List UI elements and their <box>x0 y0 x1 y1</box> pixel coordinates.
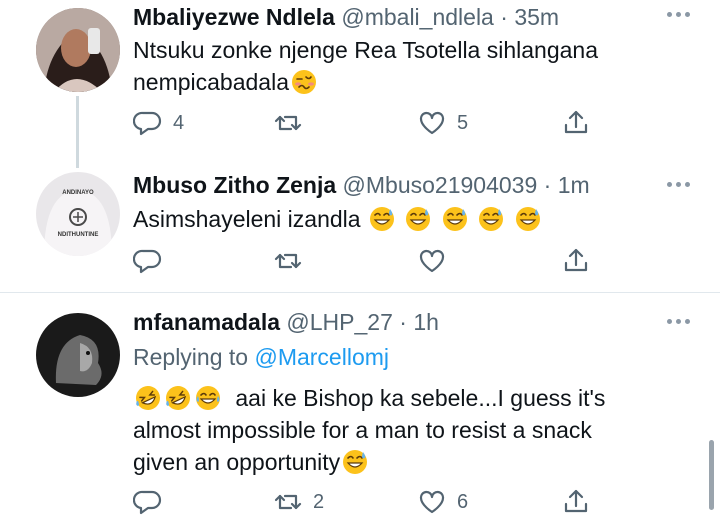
tweet-text: Asimshayeleni izandla <box>133 206 361 232</box>
tweet[interactable]: Mbaliyezwe Ndlela @mbali_ndlela · 35m Nt… <box>0 0 720 168</box>
reply-button[interactable]: 4 <box>133 108 184 138</box>
like-button[interactable]: 6 <box>417 487 468 517</box>
like-icon <box>419 490 445 514</box>
timestamp[interactable]: 35m <box>514 4 559 30</box>
rofl-emoji <box>165 385 191 411</box>
more-icon[interactable] <box>667 182 690 187</box>
user-handle[interactable]: @LHP_27 <box>286 309 392 335</box>
display-name[interactable]: Mbaliyezwe Ndlela <box>133 4 335 30</box>
replying-to-label: Replying to <box>133 344 249 370</box>
scrollbar[interactable] <box>709 440 714 510</box>
like-icon <box>419 111 445 135</box>
joy-emoji <box>195 385 221 411</box>
tweet-actions: 4 5 <box>133 108 603 138</box>
like-icon <box>419 249 445 273</box>
sweat-smile-emoji <box>514 206 541 232</box>
share-icon <box>564 489 588 513</box>
like-count: 6 <box>457 490 469 513</box>
reply-button[interactable] <box>133 487 173 517</box>
avatar-shirt-text: ANDINAYO <box>62 190 94 196</box>
tweet-text: aai ke Bishop ka sebele...I guess it's <box>235 385 606 411</box>
rofl-emoji <box>135 385 161 411</box>
user-handle[interactable]: @mbali_ndlela <box>341 4 494 30</box>
tweet-text-line: nempicabadala <box>133 66 319 98</box>
separator-dot: · <box>543 172 552 198</box>
tweet-text: nempicabadala <box>133 69 290 95</box>
tweet-text: given an opportunity <box>133 449 341 475</box>
replying-to: Replying to @Marcellomj <box>133 342 389 372</box>
reply-button[interactable] <box>133 246 163 276</box>
thread-line <box>76 96 79 168</box>
sweat-smile-emoji <box>405 206 432 232</box>
separator-dot: · <box>399 309 407 335</box>
share-button[interactable] <box>561 487 591 517</box>
retweet-button[interactable] <box>273 246 303 276</box>
more-icon[interactable] <box>667 319 690 324</box>
tweet-divider <box>0 292 720 293</box>
retweet-count: 2 <box>313 490 325 513</box>
share-icon <box>564 248 588 272</box>
sweat-smile-emoji <box>369 206 395 232</box>
tweet-text-line: almost impossible for a man to resist a … <box>133 417 592 443</box>
avatar[interactable] <box>36 8 120 92</box>
retweet-button[interactable] <box>273 108 313 138</box>
user-handle[interactable]: @Mbuso21904039 <box>343 172 538 198</box>
tweet-text-line: aai ke Bishop ka sebele...I guess it's <box>133 382 605 414</box>
tweet-text-line: given an opportunity <box>133 446 370 478</box>
tweet-actions <box>133 246 603 276</box>
reply-icon <box>133 111 162 136</box>
tweet[interactable]: ANDINAYO NDITHUNTINE Mbuso Zitho Zenja @… <box>0 170 720 285</box>
replying-to-handle[interactable]: @Marcellomj <box>254 344 389 370</box>
tweet-actions: 2 6 <box>133 487 603 517</box>
tweet-header: Mbuso Zitho Zenja @Mbuso21904039 · 1m <box>133 170 590 200</box>
tweet[interactable]: mfanamadala @LHP_27 · 1h Replying to @Ma… <box>0 307 720 525</box>
tweet-text-line: Asimshayeleni izandla <box>133 203 543 235</box>
tweet-text-line: Ntsuku zonke njenge Rea Tsotella sihlang… <box>133 37 598 63</box>
share-button[interactable] <box>561 246 591 276</box>
reply-icon <box>133 490 162 515</box>
sweat-smile-emoji <box>478 206 504 232</box>
share-icon <box>564 110 588 134</box>
more-icon[interactable] <box>667 12 690 17</box>
share-button[interactable] <box>561 108 591 138</box>
display-name[interactable]: mfanamadala <box>133 309 280 335</box>
separator-dot: · <box>500 4 508 30</box>
retweet-icon <box>274 115 302 131</box>
tweet-header: mfanamadala @LHP_27 · 1h <box>133 307 439 337</box>
tweet-header: Mbaliyezwe Ndlela @mbali_ndlela · 35m <box>133 2 559 32</box>
retweet-button[interactable]: 2 <box>273 487 324 517</box>
reply-count: 4 <box>173 111 185 134</box>
avatar-shirt-text: NDITHUNTINE <box>57 232 99 238</box>
avatar[interactable]: ANDINAYO NDITHUNTINE <box>36 172 120 256</box>
retweet-icon <box>274 253 302 269</box>
woozy-face-emoji <box>291 69 317 95</box>
retweet-icon <box>274 494 302 510</box>
sweat-smile-emoji <box>441 206 468 232</box>
sweat-smile-emoji <box>342 449 368 475</box>
like-count: 5 <box>457 111 469 134</box>
display-name[interactable]: Mbuso Zitho Zenja <box>133 172 336 198</box>
like-button[interactable] <box>417 246 447 276</box>
like-button[interactable]: 5 <box>417 108 468 138</box>
avatar[interactable] <box>36 313 120 397</box>
reply-icon <box>133 249 162 274</box>
timestamp[interactable]: 1m <box>558 172 590 198</box>
timestamp[interactable]: 1h <box>413 309 439 335</box>
